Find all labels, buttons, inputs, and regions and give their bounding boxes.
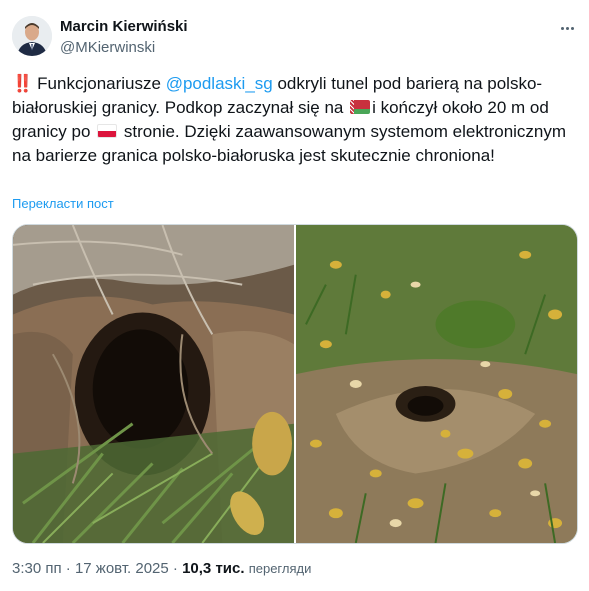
media-grid — [12, 224, 578, 544]
photo-tunnel-forest-floor[interactable] — [296, 225, 577, 543]
meta-separator: · — [61, 560, 75, 577]
more-options-icon[interactable] — [557, 18, 577, 38]
mention-link[interactable]: @podlaski_sg — [166, 74, 273, 93]
author-name[interactable]: Marcin Kierwiński — [60, 18, 188, 35]
photo-tunnel-closeup[interactable] — [13, 225, 294, 543]
views-count: 10,3 тис. — [182, 560, 245, 577]
avatar[interactable] — [12, 16, 52, 56]
tweet-header: Marcin Kierwiński @MKierwinski — [12, 14, 577, 62]
tweet-text: ‼️ Funkcjonariusze @podlaski_sg odkryli t… — [12, 72, 572, 168]
meta-separator: · — [168, 560, 183, 577]
post-date[interactable]: 17 жовт. 2025 — [75, 560, 169, 577]
tweet: Marcin Kierwiński @MKierwinski ‼️ Funkcjo… — [0, 0, 589, 591]
tweet-meta: 3:30 пп · 17 жовт. 2025 · 10,3 тис. пере… — [12, 560, 311, 577]
post-time[interactable]: 3:30 пп — [12, 560, 62, 577]
poland-flag-icon — [97, 124, 118, 138]
text-part-1: Funkcjonariusze — [37, 74, 166, 93]
translate-post-link[interactable]: Перекласти пост — [12, 196, 114, 211]
views-label: перегляди — [248, 561, 312, 576]
double-exclamation-icon: ‼️ — [12, 74, 33, 93]
belarus-flag-icon — [350, 100, 371, 114]
author-handle[interactable]: @MKierwinski — [60, 39, 155, 56]
